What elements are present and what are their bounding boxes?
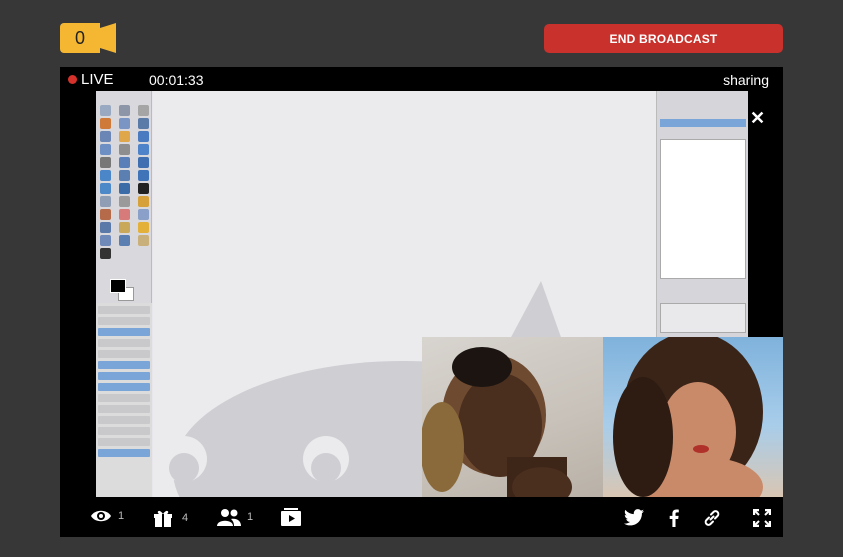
foreground-color-swatch [110, 279, 126, 293]
tool-icon [100, 222, 111, 233]
options-row [98, 394, 150, 402]
rate-slider [98, 449, 150, 457]
options-row [98, 427, 150, 435]
tool-icon [138, 105, 149, 116]
brushes-panel [660, 303, 746, 333]
tool-icon [100, 183, 111, 194]
layers-list [660, 139, 746, 279]
tool-icon [138, 196, 149, 207]
tool-icon [119, 157, 130, 168]
tool-icon [138, 235, 149, 246]
live-label: LIVE [81, 71, 114, 88]
end-broadcast-button[interactable]: END BROADCAST [544, 24, 783, 53]
camera-thumbnail-2[interactable] [603, 337, 783, 497]
tool-icon [138, 170, 149, 181]
media-playlist-button[interactable] [281, 508, 301, 526]
wilber-pupil-shape [169, 453, 199, 483]
tool-icon [119, 105, 130, 116]
fullscreen-button[interactable] [753, 509, 771, 527]
tool-icon [100, 235, 111, 246]
tool-icon [100, 196, 111, 207]
live-dot-icon [68, 75, 77, 84]
twitter-button[interactable] [624, 509, 644, 526]
tool-icon [138, 144, 149, 155]
close-icon[interactable]: ✕ [750, 109, 765, 127]
video-camera-icon [100, 23, 116, 53]
tool-icon [138, 131, 149, 142]
eye-icon [90, 508, 112, 524]
views-count: 1 [118, 510, 125, 522]
tool-icon [119, 222, 130, 233]
tool-icon [100, 131, 111, 142]
tool-icon [100, 209, 111, 220]
options-row [98, 350, 150, 358]
tool-icon [138, 118, 149, 129]
tool-icon [138, 222, 149, 233]
viewer-badge: 0 [60, 23, 116, 53]
tool-icon [100, 157, 111, 168]
tool-grid [100, 105, 154, 259]
viewer-badge-count: 0 [60, 23, 100, 53]
gifts-stat[interactable]: 4 [153, 508, 188, 528]
fullscreen-icon [753, 509, 771, 527]
live-indicator: LIVE [68, 71, 114, 88]
options-row [98, 306, 150, 314]
users-icon [217, 508, 241, 526]
tool-icon [119, 235, 130, 246]
options-row [98, 416, 150, 424]
twitter-icon [624, 509, 644, 526]
tool-icon [119, 118, 130, 129]
bottom-toolbar: 1 4 1 [60, 503, 783, 537]
tool-icon [100, 105, 111, 116]
layers-opacity-bar [660, 119, 746, 127]
options-row [98, 317, 150, 325]
aspect-slider [98, 372, 150, 380]
sharing-status: sharing [723, 72, 769, 88]
options-row [98, 339, 150, 347]
tool-icon [119, 131, 130, 142]
wilber-pupil-shape [311, 453, 341, 483]
tool-icon [119, 170, 130, 181]
tool-icon [119, 209, 130, 220]
gifts-count: 4 [182, 512, 189, 524]
tool-icon [100, 118, 111, 129]
options-row [98, 405, 150, 413]
tool-icon [119, 183, 130, 194]
angle-slider [98, 383, 150, 391]
tool-icon [119, 144, 130, 155]
camera-thumbnail-1[interactable] [422, 337, 603, 497]
broadcast-stage: LIVE 00:01:33 sharing ✕ 1 4 1 [60, 67, 783, 537]
facebook-button[interactable] [669, 509, 679, 527]
tool-options-panel [96, 303, 152, 497]
app-toolbox [96, 91, 152, 497]
media-playlist-icon [281, 508, 301, 526]
gift-icon [153, 508, 173, 528]
tool-icon [100, 144, 111, 155]
users-stat[interactable]: 1 [217, 508, 253, 526]
tool-icon [138, 209, 149, 220]
tool-icon [138, 183, 149, 194]
facebook-icon [669, 509, 679, 527]
tool-icon [100, 170, 111, 181]
opacity-slider [98, 328, 150, 336]
tool-icon [119, 196, 130, 207]
link-icon [703, 509, 721, 527]
tool-icon [100, 248, 111, 259]
users-count: 1 [247, 511, 254, 523]
size-slider [98, 361, 150, 369]
tool-icon [138, 157, 149, 168]
copy-link-button[interactable] [703, 509, 721, 527]
options-row [98, 438, 150, 446]
views-stat[interactable]: 1 [90, 508, 124, 524]
broadcast-timer: 00:01:33 [149, 72, 204, 88]
